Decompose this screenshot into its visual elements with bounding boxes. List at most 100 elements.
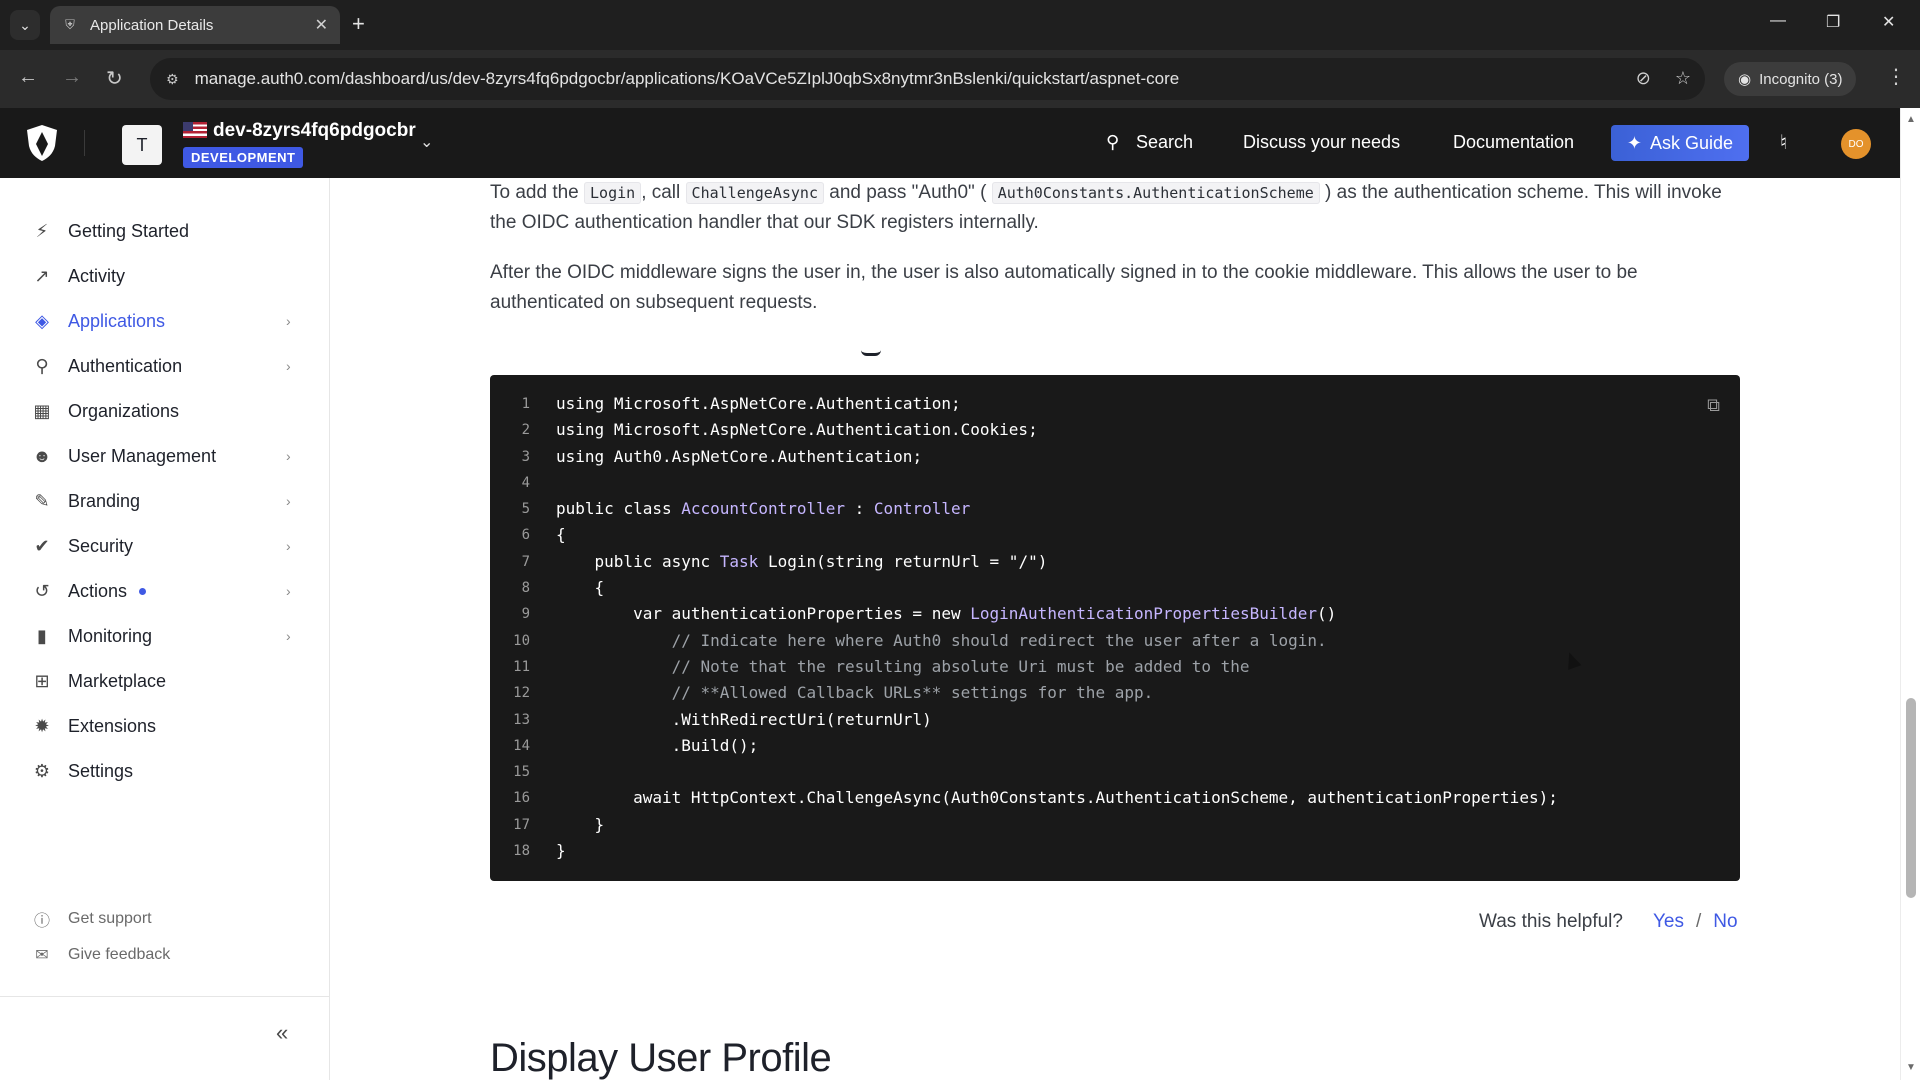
line-number: 4 — [521, 474, 530, 491]
search-icon[interactable]: ⚲ — [1106, 132, 1119, 153]
sidebar-item-label: Extensions — [68, 715, 157, 736]
sidebar-item-marketplace[interactable]: ⊞ Marketplace — [0, 661, 330, 701]
code-line: 18} — [490, 838, 1740, 864]
sparkle-icon: ✦ — [1626, 132, 1643, 153]
browser-menu-icon[interactable]: ⋮ — [1886, 64, 1906, 89]
code-line: 7 public async Task Login(string returnU… — [490, 549, 1740, 575]
code-line: 11 // Note that the resulting absolute U… — [490, 654, 1740, 680]
discuss-needs-link[interactable]: Discuss your needs — [1243, 132, 1400, 153]
line-number: 2 — [521, 422, 530, 439]
inline-code-auth-scheme: Auth0Constants.AuthenticationScheme — [991, 182, 1320, 204]
chevron-right-icon: › — [286, 313, 291, 329]
code-line: 12 // **Allowed Callback URLs** settings… — [490, 680, 1740, 706]
eye-off-icon[interactable]: ⊘ — [1636, 68, 1651, 89]
back-icon[interactable]: ← — [18, 66, 38, 89]
window-close-icon[interactable]: ✕ — [1882, 12, 1895, 32]
helpful-no-link[interactable]: No — [1713, 911, 1737, 933]
collapse-sidebar-icon[interactable]: « — [276, 1020, 288, 1046]
sidebar-item-activity[interactable]: ↗ Activity — [0, 256, 330, 296]
code-line: 3 using Auth0.AspNetCore.Authentication; — [490, 444, 1740, 470]
code-text: using Microsoft.AspNetCore.Authenticatio… — [556, 394, 961, 413]
chevron-right-icon: › — [286, 358, 291, 374]
inline-code-challengeasync: ChallengeAsync — [685, 182, 824, 204]
code-line: 10 // Indicate here where Auth0 should r… — [490, 628, 1740, 654]
section-title-display-user-profile: Display User Profile — [490, 1036, 832, 1080]
code-text: public async Task Login(string returnUrl… — [594, 551, 1048, 571]
building-icon: ▦ — [33, 400, 51, 421]
get-support-link[interactable]: ⓘ Get support — [30, 907, 152, 931]
new-indicator-dot — [139, 587, 147, 595]
browser-tab[interactable]: ⛨ Application Details ✕ — [50, 6, 340, 44]
forward-icon[interactable]: → — [62, 66, 82, 89]
sidebar-item-branding[interactable]: ✎ Branding › — [0, 481, 330, 521]
login-paragraph: To add the Login, call ChallengeAsync an… — [490, 178, 1740, 238]
sidebar-item-authentication[interactable]: ⚲ Authentication › — [0, 346, 330, 386]
sidebar-item-settings[interactable]: ⚙ Settings — [0, 751, 330, 791]
line-number: 15 — [513, 764, 530, 781]
sidebar-item-label: Authentication — [68, 355, 183, 376]
scroll-down-icon[interactable]: ▼ — [1906, 1062, 1916, 1073]
inline-code-login: Login — [584, 182, 642, 204]
minimize-icon[interactable]: — — [1770, 12, 1786, 30]
search-button[interactable]: Search — [1136, 132, 1193, 153]
code-text: // Note that the resulting absolute Uri … — [556, 656, 1250, 676]
sidebar-item-extensions[interactable]: ✹ Extensions — [0, 706, 330, 746]
copy-icon[interactable]: ⧉ — [1707, 395, 1720, 416]
sidebar-item-getting-started[interactable]: ⚡ Getting Started — [0, 211, 330, 251]
notifications-bell-icon[interactable]: ♮ — [1780, 130, 1787, 155]
sidebar-item-organizations[interactable]: ▦ Organizations — [0, 391, 330, 431]
user-avatar[interactable]: DO — [1841, 129, 1871, 159]
helpful-separator: / — [1695, 911, 1702, 932]
code-text: await HttpContext.ChallengeAsync(Auth0Co… — [633, 788, 1558, 808]
documentation-link[interactable]: Documentation — [1453, 132, 1574, 153]
code-text: using Auth0.AspNetCore.Authentication; — [556, 446, 923, 466]
code-line: 16 await HttpContext.ChallengeAsync(Auth… — [490, 785, 1740, 811]
code-line: 9 var authenticationProperties = new Log… — [490, 601, 1740, 627]
sidebar-item-monitoring[interactable]: ▮ Monitoring › — [0, 616, 330, 656]
url-text[interactable]: manage.auth0.com/dashboard/us/dev-8zyrs4… — [195, 69, 1180, 89]
page-scrollbar[interactable]: ▲ ▼ — [1900, 108, 1920, 1080]
line-number: 6 — [521, 527, 530, 544]
site-info-icon[interactable]: ⚙ — [166, 71, 179, 88]
new-tab-button[interactable]: + — [352, 12, 365, 36]
bookmark-star-icon[interactable]: ☆ — [1675, 68, 1691, 89]
scroll-up-icon[interactable]: ▲ — [1906, 114, 1916, 125]
incognito-indicator[interactable]: ◉ Incognito (3) — [1724, 62, 1857, 96]
helpful-yes-link[interactable]: Yes — [1653, 911, 1684, 933]
header-divider — [84, 130, 85, 156]
tab-search-button[interactable]: ⌄ — [10, 10, 40, 40]
helpful-feedback: Was this helpful? Yes / No — [1479, 911, 1738, 933]
grid-plus-icon: ⊞ — [34, 670, 50, 691]
scrollbar-thumb[interactable] — [1906, 698, 1916, 898]
sidebar-item-security[interactable]: ✔ Security › — [0, 526, 330, 566]
sidebar: ⚡ Getting Started ↗ Activity ◈ Applicati… — [0, 178, 330, 1080]
auth0-logo-icon[interactable] — [24, 124, 60, 162]
bolt-icon: ⚡ — [35, 220, 49, 241]
sidebar-item-user-management[interactable]: ☻ User Management › — [0, 436, 330, 476]
give-feedback-link[interactable]: ✉ Give feedback — [30, 945, 170, 965]
tab-title: Application Details — [90, 16, 214, 34]
reload-icon[interactable]: ↻ — [106, 66, 123, 91]
tenant-name[interactable]: dev-8zyrs4fq6pdgocbr — [213, 120, 416, 142]
sidebar-item-applications[interactable]: ◈ Applications › — [0, 301, 330, 341]
line-number: 7 — [521, 553, 530, 570]
code-line: 13 .WithRedirectUri(returnUrl) — [490, 707, 1740, 733]
line-number: 3 — [521, 448, 530, 465]
code-text: { — [556, 578, 605, 598]
address-bar[interactable]: ⚙ manage.auth0.com/dashboard/us/dev-8zyr… — [150, 58, 1705, 100]
sidebar-item-label: Getting Started — [68, 220, 190, 241]
give-feedback-label: Give feedback — [68, 946, 171, 963]
code-line: 15 — [490, 759, 1740, 785]
lock-icon: ⚲ — [35, 355, 49, 376]
line-number: 13 — [513, 711, 530, 728]
code-text: { — [556, 525, 566, 545]
chevron-right-icon: › — [286, 538, 291, 554]
ask-guide-button[interactable]: ✦ Ask Guide — [1611, 125, 1749, 161]
tab-close-icon[interactable]: ✕ — [315, 15, 328, 35]
tenant-avatar[interactable]: T — [122, 125, 162, 165]
sidebar-item-label: Actions — [68, 580, 128, 601]
sidebar-divider — [0, 996, 330, 997]
sidebar-item-actions[interactable]: ↺ Actions › — [0, 571, 330, 611]
restore-icon[interactable]: ❐ — [1826, 12, 1840, 32]
chevron-down-icon[interactable]: ⌄ — [420, 132, 433, 152]
